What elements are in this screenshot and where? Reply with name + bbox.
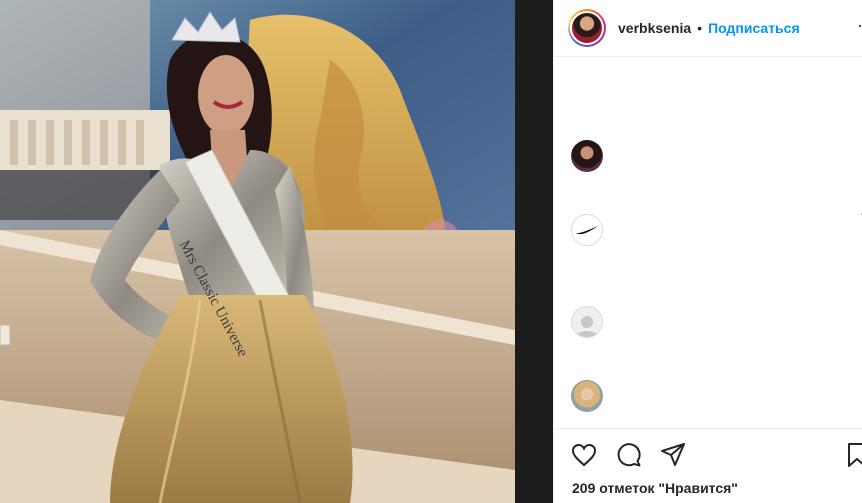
post-photo[interactable]: Mrs Classic Universe [0, 0, 553, 503]
heart-icon[interactable] [570, 441, 598, 469]
commenter-avatar-1[interactable] [571, 140, 603, 172]
paper-plane-icon[interactable] [659, 441, 687, 469]
profile-avatar[interactable] [568, 9, 606, 47]
post-header: verbksenia • Подписаться ·· [554, 0, 862, 57]
nike-logo-avatar[interactable] [571, 214, 603, 246]
separator-dot: • [697, 20, 703, 36]
nike-swoosh-icon [575, 226, 598, 235]
likes-count[interactable]: 209 отметок "Нравится" [572, 480, 738, 496]
default-user-avatar[interactable] [571, 306, 603, 338]
post-photo-illustration [0, 0, 553, 503]
post-sidebar: verbksenia • Подписаться ·· ' [553, 0, 862, 503]
comment-bubble-icon[interactable] [615, 441, 643, 469]
user-silhouette-icon [575, 316, 599, 337]
follow-button[interactable]: Подписаться [708, 20, 800, 36]
bookmark-icon[interactable] [843, 441, 862, 469]
post-actions-bar: 209 отметок "Нравится" [554, 428, 862, 503]
more-options-icon[interactable]: ·· [857, 15, 862, 36]
commenter-avatar-4[interactable] [571, 380, 603, 412]
username-link[interactable]: verbksenia [618, 20, 691, 36]
